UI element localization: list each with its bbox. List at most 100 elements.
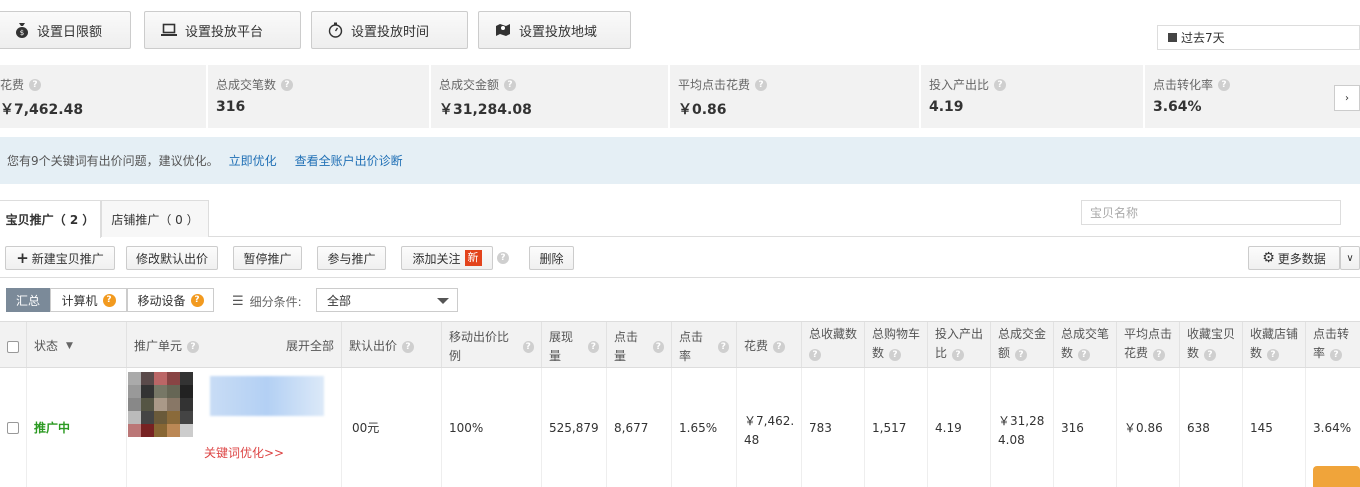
col-roi[interactable]: 投入产出比? xyxy=(928,322,991,367)
stat-orders[interactable]: 总成交笔数? 316 xyxy=(208,65,431,128)
row-orders: 316 xyxy=(1054,368,1117,487)
notice-text: 您有9个关键词有出价问题，建议优化。 xyxy=(7,154,219,168)
col-ctr[interactable]: 点击率? xyxy=(672,322,737,367)
top-toolbar: $ 设置日限额 设置投放平台 设置投放时间 设置投放地域 过去7天 xyxy=(0,0,1360,65)
col-gmv-label: 总成交金 xyxy=(998,327,1047,341)
col-default-bid[interactable]: 默认出价? xyxy=(342,322,442,367)
pause-promotion-button[interactable]: 暂停推广 xyxy=(233,246,302,270)
row-cart: 1,517 xyxy=(865,368,928,487)
filter-computer[interactable]: 计算机? xyxy=(50,288,127,312)
row-checkbox[interactable] xyxy=(7,421,19,434)
col-gmv[interactable]: 总成交金额? xyxy=(991,322,1054,367)
new-item-promotion-button[interactable]: + 新建宝贝推广 xyxy=(5,246,115,270)
product-title-blurred[interactable] xyxy=(210,376,324,416)
more-data-button[interactable]: ⚙ 更多数据 xyxy=(1248,246,1340,270)
date-range-select[interactable]: 过去7天 xyxy=(1157,25,1360,50)
gear-icon: ⚙ xyxy=(1262,250,1275,266)
stat-gmv[interactable]: 总成交金额? ￥31,284.08 xyxy=(431,65,670,128)
help-icon[interactable]: ? xyxy=(102,293,116,307)
help-icon[interactable]: ? xyxy=(187,340,200,353)
delete-button[interactable]: 删除 xyxy=(529,246,574,270)
help-icon[interactable]: ? xyxy=(952,349,965,361)
col-mobile-ratio[interactable]: 移动出价比例? xyxy=(442,322,542,367)
col-cpc[interactable]: 平均点击 花费? xyxy=(1117,322,1180,367)
col-status[interactable]: 状态 ▼ xyxy=(27,322,127,367)
condition-select[interactable]: 全部 xyxy=(316,288,458,312)
stat-cost[interactable]: 花费? ￥7,462.48 xyxy=(0,65,208,128)
col-cost[interactable]: 花费? xyxy=(737,322,802,367)
product-thumbnail[interactable] xyxy=(128,372,196,437)
help-icon[interactable]: ? xyxy=(190,293,204,307)
stat-roi[interactable]: 投入产出比? 4.19 xyxy=(921,65,1145,128)
row-default-bid[interactable]: 00元 xyxy=(342,368,442,487)
set-time-label: 设置投放时间 xyxy=(351,24,430,40)
filter-mobile[interactable]: 移动设备? xyxy=(127,288,214,312)
help-icon[interactable]: ? xyxy=(809,349,821,361)
help-icon[interactable]: ? xyxy=(773,340,786,353)
help-icon[interactable]: ? xyxy=(717,340,729,353)
expand-all-link[interactable]: 展开全部 xyxy=(286,337,334,356)
stat-label: 点击转化率 xyxy=(1153,78,1214,92)
help-icon[interactable]: ? xyxy=(1153,349,1166,361)
set-region-label: 设置投放地域 xyxy=(519,24,598,40)
help-icon[interactable]: ? xyxy=(402,340,415,353)
add-follow-button[interactable]: 添加关注新 xyxy=(401,246,493,270)
help-icon[interactable]: ? xyxy=(994,78,1007,91)
select-all-cell xyxy=(0,322,27,367)
set-platform-label: 设置投放平台 xyxy=(185,24,264,40)
row-favorites: 783 xyxy=(802,368,865,487)
col-cart[interactable]: 总购物车数? xyxy=(865,322,928,367)
help-icon[interactable]: ? xyxy=(1218,78,1231,91)
help-icon[interactable]: ? xyxy=(504,78,517,91)
help-icon[interactable]: ? xyxy=(652,340,664,353)
more-data-dropdown[interactable]: ∨ xyxy=(1340,246,1360,270)
filter-summary[interactable]: 汇总 xyxy=(6,288,50,312)
col-clicks[interactable]: 点击量? xyxy=(607,322,672,367)
help-icon[interactable]: ? xyxy=(1330,349,1343,361)
set-daily-budget-button[interactable]: $ 设置日限额 xyxy=(0,11,131,49)
keyword-optimize-link[interactable]: 关键词优化>> xyxy=(204,444,284,461)
help-icon[interactable]: ? xyxy=(281,78,294,91)
set-platform-button[interactable]: 设置投放平台 xyxy=(144,11,301,49)
col-mobile-ratio-label: 移动出价比例 xyxy=(449,329,510,363)
select-all-checkbox[interactable] xyxy=(7,340,19,353)
modify-bid-label: 修改默认出价 xyxy=(135,251,208,266)
chat-widget-icon[interactable] xyxy=(1313,466,1360,487)
col-cvr[interactable]: 点击转率? xyxy=(1306,322,1360,367)
col-favorites[interactable]: 总收藏数? xyxy=(802,322,865,367)
help-icon[interactable]: ? xyxy=(587,340,599,353)
help-icon[interactable]: ? xyxy=(1204,349,1217,361)
set-time-button[interactable]: 设置投放时间 xyxy=(311,11,468,49)
optimize-now-link[interactable]: 立即优化 xyxy=(229,152,277,169)
col-orders[interactable]: 总成交笔数? xyxy=(1054,322,1117,367)
col-fav-shop[interactable]: 收藏店铺数? xyxy=(1243,322,1306,367)
help-icon[interactable]: ? xyxy=(755,78,768,91)
join-promotion-button[interactable]: 参与推广 xyxy=(317,246,386,270)
stats-next-button[interactable]: › xyxy=(1334,85,1360,111)
bid-diagnosis-link[interactable]: 查看全账户出价诊断 xyxy=(295,152,403,169)
help-icon[interactable]: ? xyxy=(522,340,534,353)
col-fav-shop-label-2: 数 xyxy=(1250,346,1263,360)
table-row[interactable]: 推广中 00元 100% 525,879 8,677 1.65% ￥7,462.… xyxy=(0,368,1360,487)
mobile-label: 移动设备 xyxy=(137,293,186,308)
item-name-search-input[interactable]: 宝贝名称 xyxy=(1081,200,1341,225)
chevron-right-icon: › xyxy=(1345,92,1349,104)
help-icon[interactable]: ? xyxy=(29,78,42,91)
tab-shop-promotion[interactable]: 店铺推广（ 0 ） xyxy=(101,200,209,237)
row-mobile-ratio: 100% xyxy=(442,368,542,487)
help-icon[interactable]: ? xyxy=(1015,349,1028,361)
modify-default-bid-button[interactable]: 修改默认出价 xyxy=(126,246,218,270)
tab-item-promotion[interactable]: 宝贝推广（ 2 ） xyxy=(0,200,101,238)
help-icon[interactable]: ? xyxy=(497,252,509,264)
row-fav-item: 638 xyxy=(1180,368,1243,487)
help-icon[interactable]: ? xyxy=(1078,349,1091,361)
help-icon[interactable]: ? xyxy=(1267,349,1280,361)
help-icon[interactable]: ? xyxy=(889,349,902,361)
stat-cvr[interactable]: 点击转化率? 3.64% xyxy=(1145,65,1360,128)
stat-cpc[interactable]: 平均点击花费? ￥0.86 xyxy=(670,65,921,128)
map-pin-icon xyxy=(496,24,510,36)
col-fav-item[interactable]: 收藏宝贝数? xyxy=(1180,322,1243,367)
caret-down-icon xyxy=(437,298,449,304)
col-impressions[interactable]: 展现量? xyxy=(542,322,607,367)
set-region-button[interactable]: 设置投放地域 xyxy=(478,11,631,49)
